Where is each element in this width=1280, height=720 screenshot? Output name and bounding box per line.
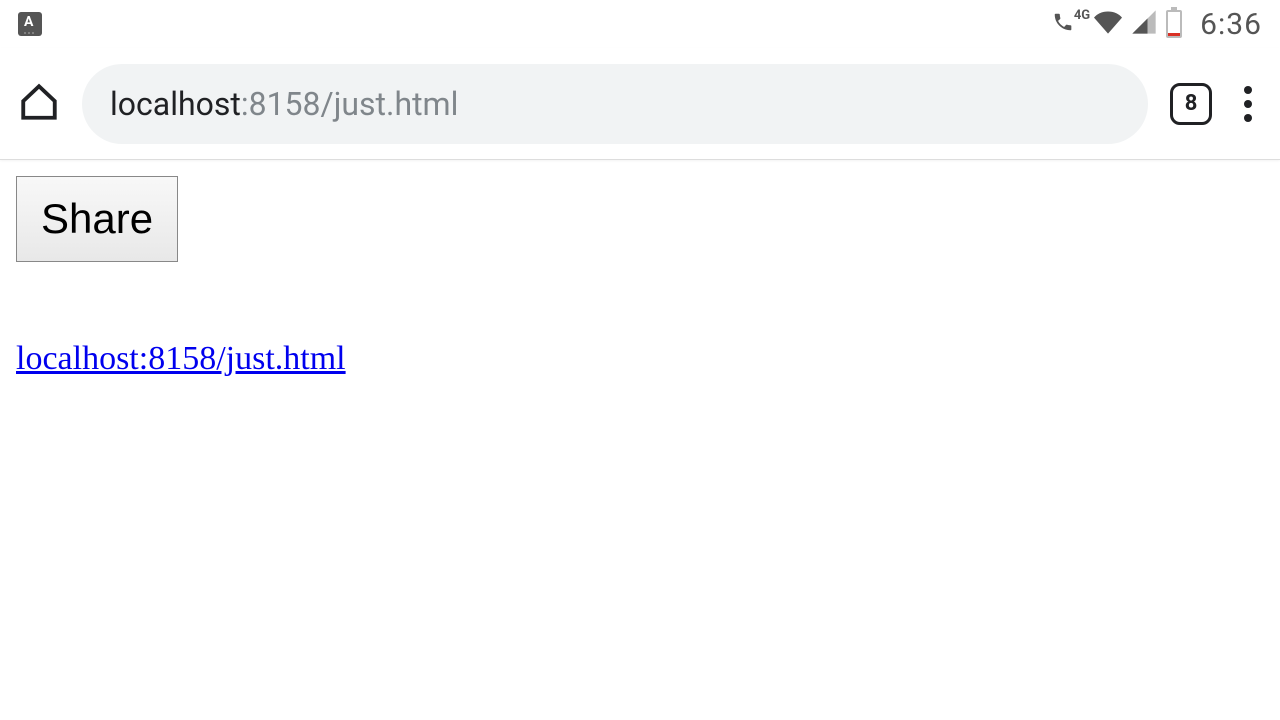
page-content: Share localhost:8158/just.html [0,160,1280,394]
page-url-link[interactable]: localhost:8158/just.html [16,340,346,378]
dot-icon [1244,86,1252,94]
phone-4g-icon: 4G [1052,11,1086,37]
dot-icon [1244,100,1252,108]
wifi-icon [1094,8,1122,40]
dot-icon [1244,114,1252,122]
cell-signal-icon [1130,8,1158,40]
browser-toolbar: localhost:8158/just.html 8 [0,48,1280,160]
url-path: :8158/just.html [241,85,459,123]
address-bar[interactable]: localhost:8158/just.html [82,64,1148,144]
tab-count-value: 8 [1185,91,1198,116]
url-host: localhost [110,85,241,123]
share-button[interactable]: Share [16,176,178,262]
battery-low-icon [1166,10,1182,38]
clock: 6:36 [1200,7,1262,42]
home-button[interactable] [18,81,60,127]
keyboard-input-icon [18,12,42,36]
overflow-menu-button[interactable] [1234,86,1262,122]
tab-switcher-button[interactable]: 8 [1170,83,1212,125]
android-status-bar: 4G 6:36 [0,0,1280,48]
network-4g-label: 4G [1074,8,1090,23]
